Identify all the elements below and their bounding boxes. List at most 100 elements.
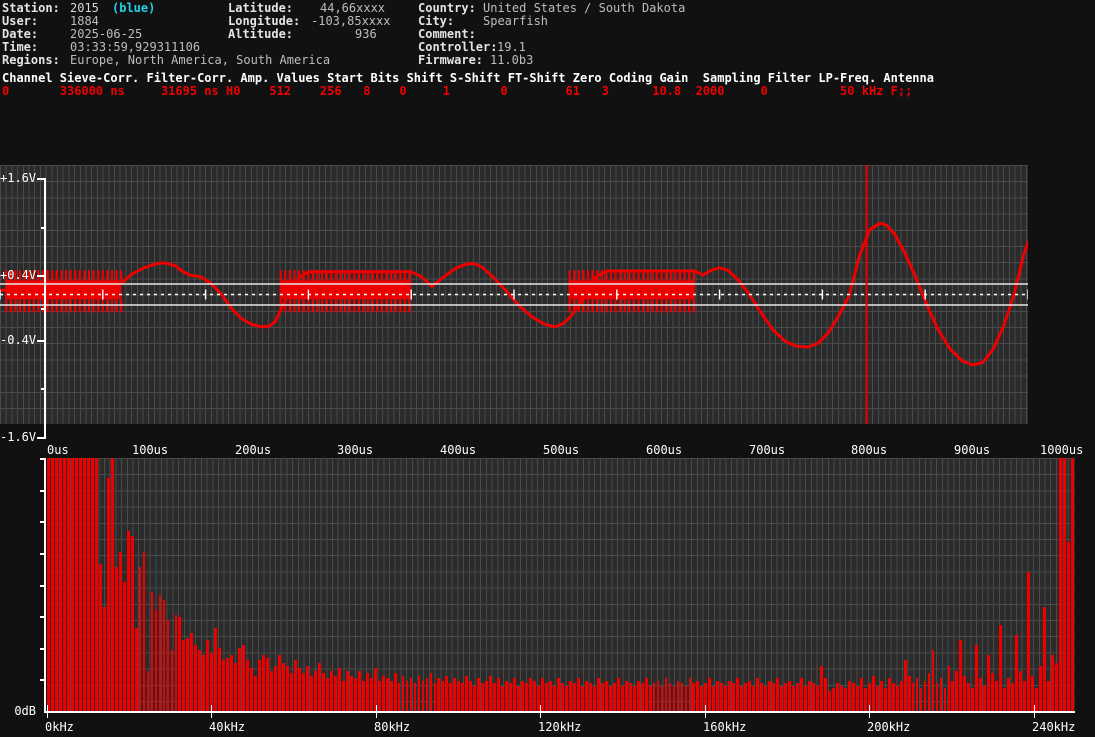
spectrum-bar	[393, 673, 397, 711]
spectrum-bar	[863, 688, 867, 711]
spectrum-bar	[262, 655, 266, 711]
spectrum-bar	[517, 685, 521, 711]
spectrum-bar	[1043, 607, 1046, 711]
spectrum-bar	[182, 640, 186, 711]
regions-row: Regions:	[2, 54, 60, 67]
spectrum-bar	[266, 657, 269, 711]
spectrum-bar	[572, 683, 576, 711]
spectrum-bar	[628, 683, 632, 711]
spectrum-bar	[728, 680, 732, 711]
spectrum-bar	[831, 688, 835, 711]
x-tick-label: 700us	[749, 443, 786, 457]
spectrum-bar	[302, 673, 305, 711]
spectrum-bar	[453, 678, 457, 711]
spectrum-bar	[600, 683, 604, 711]
spectrum-bar	[975, 645, 979, 711]
waveform-chart[interactable]: +1.6V +0.4V -0.4V -1.6V 0us 100us 200us 300us 4…	[0, 165, 1095, 460]
spectrum-x-tick	[211, 705, 212, 718]
spectrum-bar	[951, 680, 955, 711]
spectrum-bar	[800, 678, 803, 711]
spectrum-bar	[919, 688, 923, 711]
x-tick-label: 800us	[851, 443, 888, 457]
spectrum-bar	[194, 645, 198, 711]
x-tick-label: 300us	[337, 443, 374, 457]
spectrum-bar	[329, 670, 333, 711]
spectrum-bar	[967, 683, 971, 711]
spectrum-bar	[855, 685, 859, 711]
spectrum-x-tick	[1034, 705, 1035, 718]
spectrum-bar	[198, 650, 202, 711]
spectrum-bar	[819, 665, 823, 711]
spectrum-bar	[557, 678, 560, 711]
spectrum-bar	[50, 458, 54, 711]
spectrum-bar	[692, 683, 696, 711]
spectrum-bar	[146, 670, 150, 711]
spectrum-bar	[772, 683, 776, 711]
spectrum-bar	[879, 680, 883, 711]
x-tick-label: 200us	[235, 443, 272, 457]
spectrum-bar	[847, 680, 851, 711]
spectrum-bar	[58, 458, 62, 711]
spectrum-bar	[126, 531, 130, 711]
spectrum-bar	[696, 680, 700, 711]
spectrum-bar	[94, 458, 98, 711]
spectrum-bar	[457, 680, 461, 711]
spectrum-bar	[995, 680, 999, 711]
y-minor-tick	[41, 308, 46, 310]
spectrum-bar	[608, 685, 612, 711]
spectrum-bar	[664, 678, 668, 711]
firmware-value: 11.0b3	[490, 53, 534, 67]
spectrum-bar	[744, 683, 748, 711]
spectrum-bar	[286, 665, 289, 711]
spectrum-bar	[469, 680, 473, 711]
spectrum-bar	[827, 690, 831, 711]
spectrum-plot-area[interactable]	[47, 458, 1075, 711]
spectrum-bar	[433, 683, 437, 711]
spectrum-bar	[931, 650, 935, 711]
spectrum-bar	[1063, 458, 1066, 711]
spectrum-bar	[385, 678, 389, 711]
spectrum-bar	[365, 673, 369, 711]
spectrum-bar	[90, 458, 94, 711]
spectrum-bar	[421, 680, 425, 711]
spectrum-x-tick-label: 40kHz	[209, 720, 246, 734]
x-tick-label: 1000us	[1040, 443, 1084, 457]
spectrum-bar	[465, 675, 469, 711]
spectrum-y-minor-tick	[40, 616, 46, 618]
spectrum-bar	[54, 458, 58, 711]
spectrum-bar	[740, 685, 744, 711]
spectrum-bar	[361, 680, 365, 711]
spectrum-bar	[648, 685, 652, 711]
spectrum-bar	[74, 458, 78, 711]
x-tick-label: 500us	[543, 443, 580, 457]
spectrum-bar	[549, 680, 552, 711]
spectrum-bar	[278, 655, 281, 711]
spectrum-bar	[313, 670, 317, 711]
spectrum-bar	[202, 655, 206, 711]
spectrum-bar	[250, 668, 254, 711]
spectrum-bar	[808, 680, 811, 711]
firmware-label: Firmware:	[418, 53, 484, 67]
spectrum-chart[interactable]: 0dB 0kHz 40kHz 80kHz 120kHz 160kHz 200kHz 240k…	[0, 458, 1095, 737]
spectrum-x-tick-label: 240kHz	[1032, 720, 1076, 734]
spectrum-bar	[246, 660, 250, 711]
city-value: Spearfish	[483, 14, 549, 28]
spectrum-bar	[110, 458, 114, 711]
waveform-plot-area[interactable]	[0, 165, 1028, 424]
spectrum-bar	[1039, 665, 1042, 711]
spectrum-bar	[509, 683, 513, 711]
channel-table-values: 0 336000 ns 31695 ns H0 512 256 8 0 1 0 …	[2, 84, 913, 98]
spectrum-bar	[134, 627, 138, 711]
spectrum-bar	[604, 680, 608, 711]
spectrum-bar	[166, 619, 170, 711]
spectrum-bar	[138, 566, 142, 711]
spectrum-bar	[776, 678, 780, 711]
spectrum-bar	[672, 685, 676, 711]
spectrum-bar	[501, 685, 505, 711]
spectrum-bar	[760, 683, 764, 711]
spectrum-bar	[780, 685, 783, 711]
spectrum-bar	[1067, 541, 1070, 711]
y-tick	[37, 437, 46, 439]
spectrum-bar	[341, 680, 345, 711]
user-label: User:	[2, 14, 39, 28]
